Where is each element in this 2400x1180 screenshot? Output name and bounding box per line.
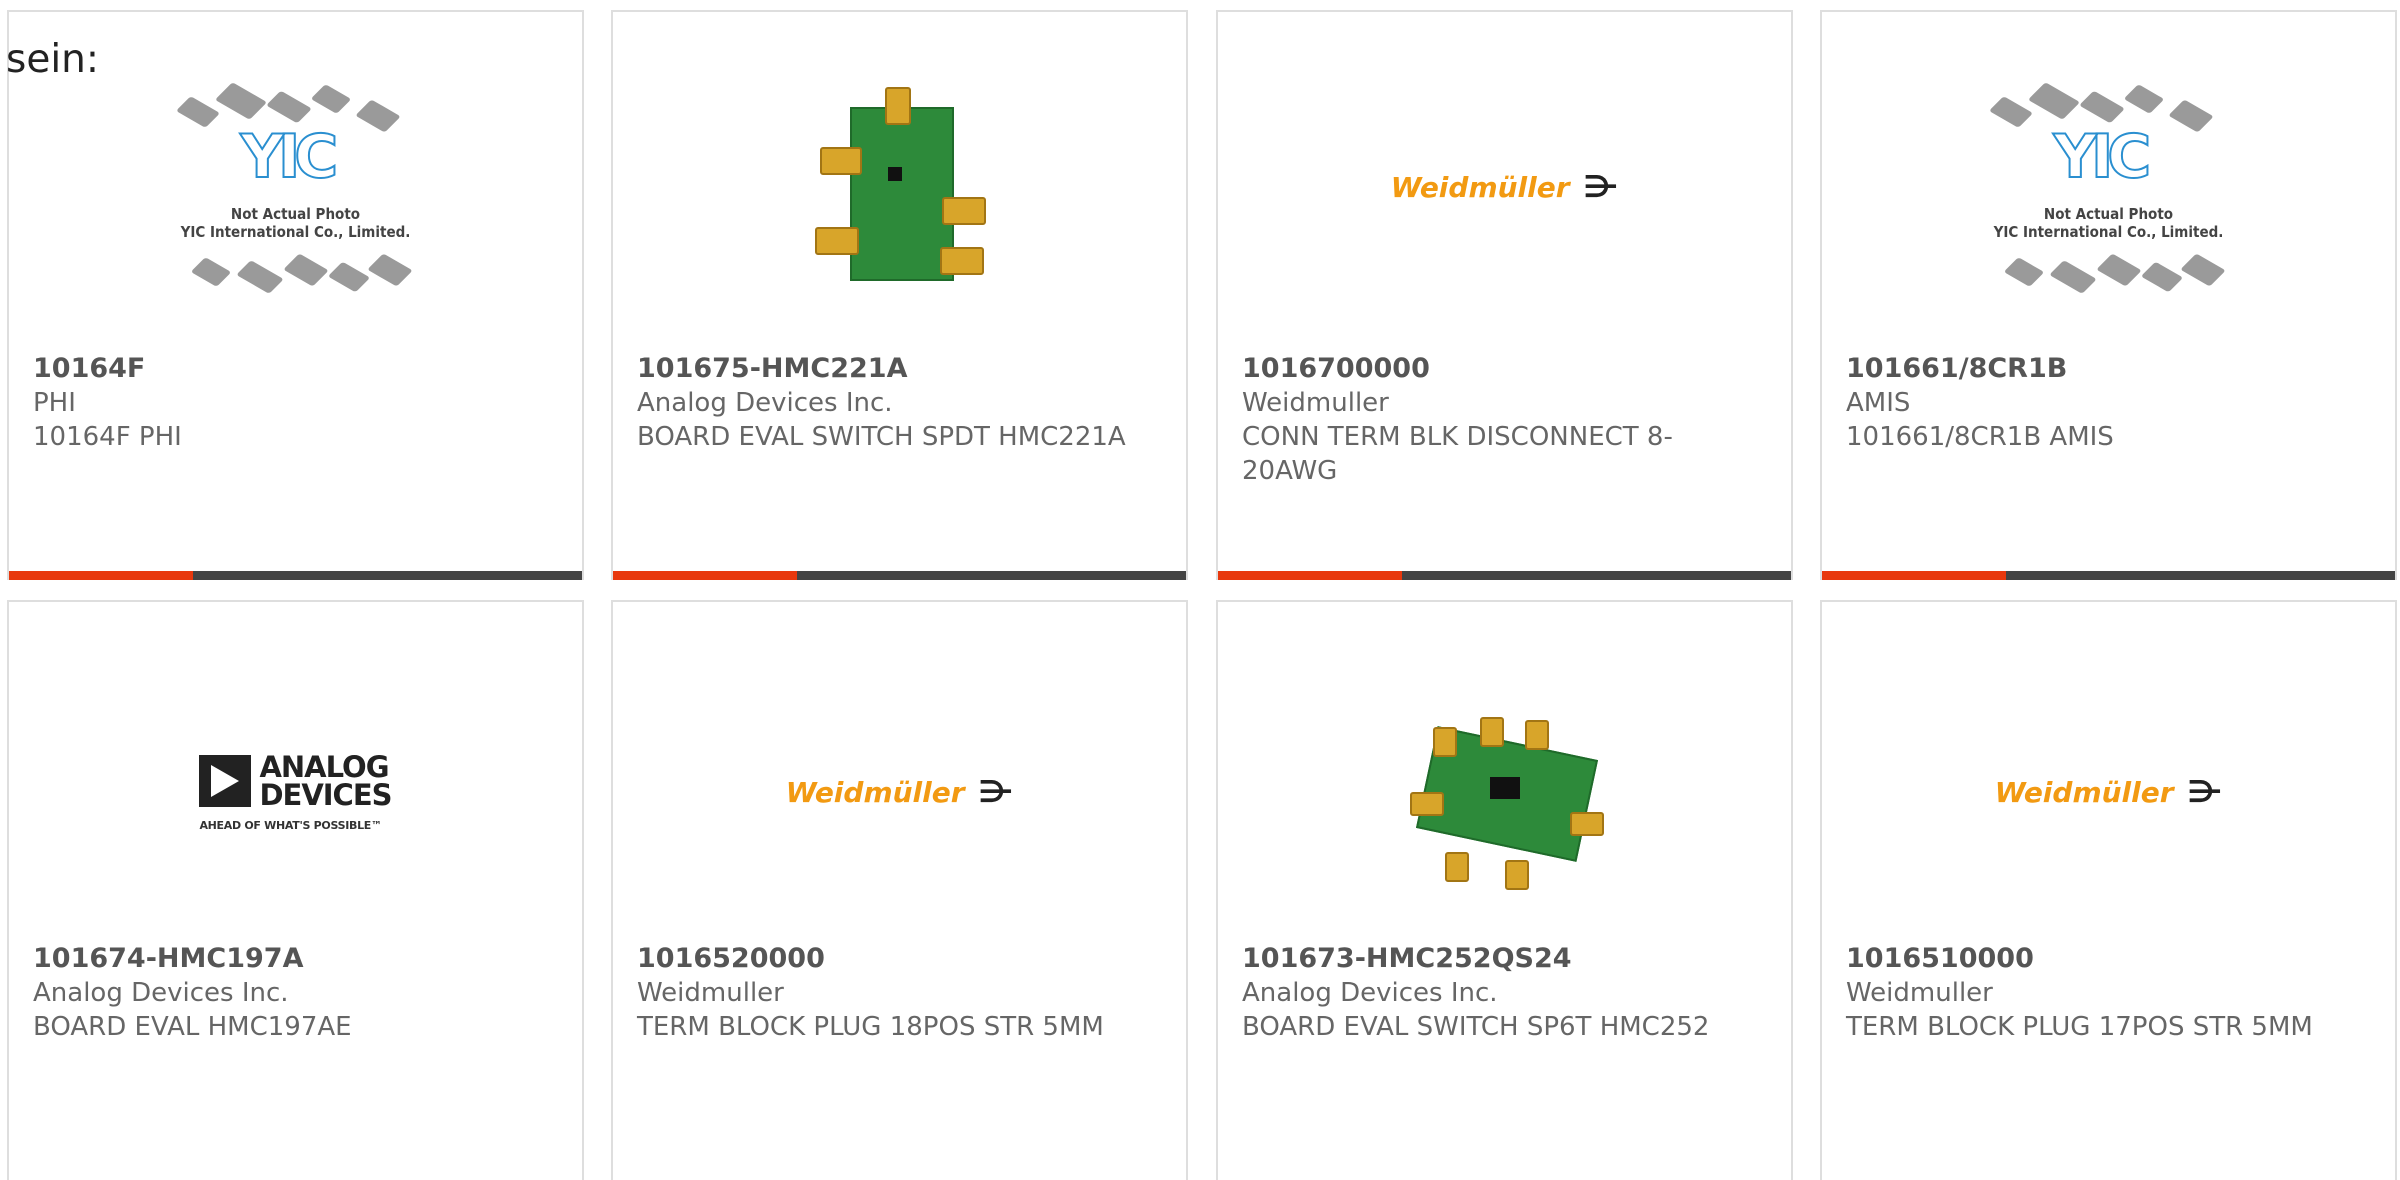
page-heading: sein: (6, 37, 100, 82)
card-bottom-bar (1822, 571, 2395, 580)
part-number-link[interactable]: 1016700000 (1242, 352, 1767, 386)
card-bottom-bar (1218, 571, 1791, 580)
description: 101661/8CR1B AMIS (1846, 422, 2114, 452)
product-card[interactable]: YIC Not Actual Photo YIC International C… (7, 10, 584, 580)
eval-board-image (1405, 692, 1605, 892)
manufacturer: PHI (33, 388, 76, 418)
part-number-link[interactable]: 1016510000 (1846, 942, 2371, 976)
description: BOARD EVAL SWITCH SPDT HMC221A (637, 422, 1126, 452)
placeholder-image: YIC Not Actual Photo YIC International C… (1974, 67, 2244, 307)
product-card[interactable]: YIC Not Actual Photo YIC International C… (1820, 10, 2397, 580)
manufacturer: AMIS (1846, 388, 1911, 418)
analog-devices-logo: ANALOG DEVICES AHEAD OF WHAT'S POSSIBLE™ (199, 749, 393, 832)
part-number-link[interactable]: 101673-HMC252QS24 (1242, 942, 1767, 976)
manufacturer: Analog Devices Inc. (637, 388, 893, 418)
manufacturer: Analog Devices Inc. (1242, 978, 1498, 1008)
description: 10164F PHI (33, 422, 182, 452)
description: BOARD EVAL SWITCH SP6T HMC252 (1242, 1012, 1710, 1042)
manufacturer: Weidmuller (1846, 978, 1993, 1008)
part-number-link[interactable]: 1016520000 (637, 942, 1162, 976)
product-card[interactable]: Weidmüller ⋺ 1016520000 Weidmuller TERM B… (611, 600, 1188, 1180)
part-number-link[interactable]: 101675-HMC221A (637, 352, 1162, 386)
product-card[interactable]: Weidmüller ⋺ 1016700000 Weidmuller CONN T… (1216, 10, 1793, 580)
product-card[interactable]: Weidmüller ⋺ 1016510000 Weidmuller TERM B… (1820, 600, 2397, 1180)
description: CONN TERM BLK DISCONNECT 8-20AWG (1242, 422, 1673, 486)
weidmuller-logo: Weidmüller ⋺ (785, 774, 1014, 810)
product-image[interactable]: ANALOG DEVICES AHEAD OF WHAT'S POSSIBLE™ (9, 662, 582, 922)
description: BOARD EVAL HMC197AE (33, 1012, 352, 1042)
card-bottom-bar (613, 571, 1186, 580)
manufacturer: Weidmuller (637, 978, 784, 1008)
product-image[interactable]: Weidmüller ⋺ (1822, 662, 2395, 922)
weidmuller-logo: Weidmüller ⋺ (1994, 774, 2223, 810)
product-image[interactable]: Weidmüller ⋺ (1218, 62, 1791, 312)
part-number-link[interactable]: 10164F (33, 352, 558, 386)
product-image[interactable]: Weidmüller ⋺ (613, 662, 1186, 922)
placeholder-image: YIC Not Actual Photo YIC International C… (161, 67, 431, 307)
product-image[interactable]: YIC Not Actual Photo YIC International C… (9, 62, 582, 312)
manufacturer: Analog Devices Inc. (33, 978, 289, 1008)
product-card[interactable]: 101675-HMC221A Analog Devices Inc. BOARD… (611, 10, 1188, 580)
product-image[interactable]: YIC Not Actual Photo YIC International C… (1822, 62, 2395, 312)
description: TERM BLOCK PLUG 17POS STR 5MM (1846, 1012, 2313, 1042)
product-image[interactable] (1218, 662, 1791, 922)
eval-board-image (800, 87, 1000, 287)
product-card[interactable]: 101673-HMC252QS24 Analog Devices Inc. BO… (1216, 600, 1793, 1180)
weidmuller-logo: Weidmüller ⋺ (1390, 169, 1619, 205)
product-card[interactable]: ANALOG DEVICES AHEAD OF WHAT'S POSSIBLE™… (7, 600, 584, 1180)
product-image[interactable] (613, 62, 1186, 312)
part-number-link[interactable]: 101661/8CR1B (1846, 352, 2371, 386)
description: TERM BLOCK PLUG 18POS STR 5MM (637, 1012, 1104, 1042)
card-bottom-bar (9, 571, 582, 580)
part-number-link[interactable]: 101674-HMC197A (33, 942, 558, 976)
manufacturer: Weidmuller (1242, 388, 1389, 418)
